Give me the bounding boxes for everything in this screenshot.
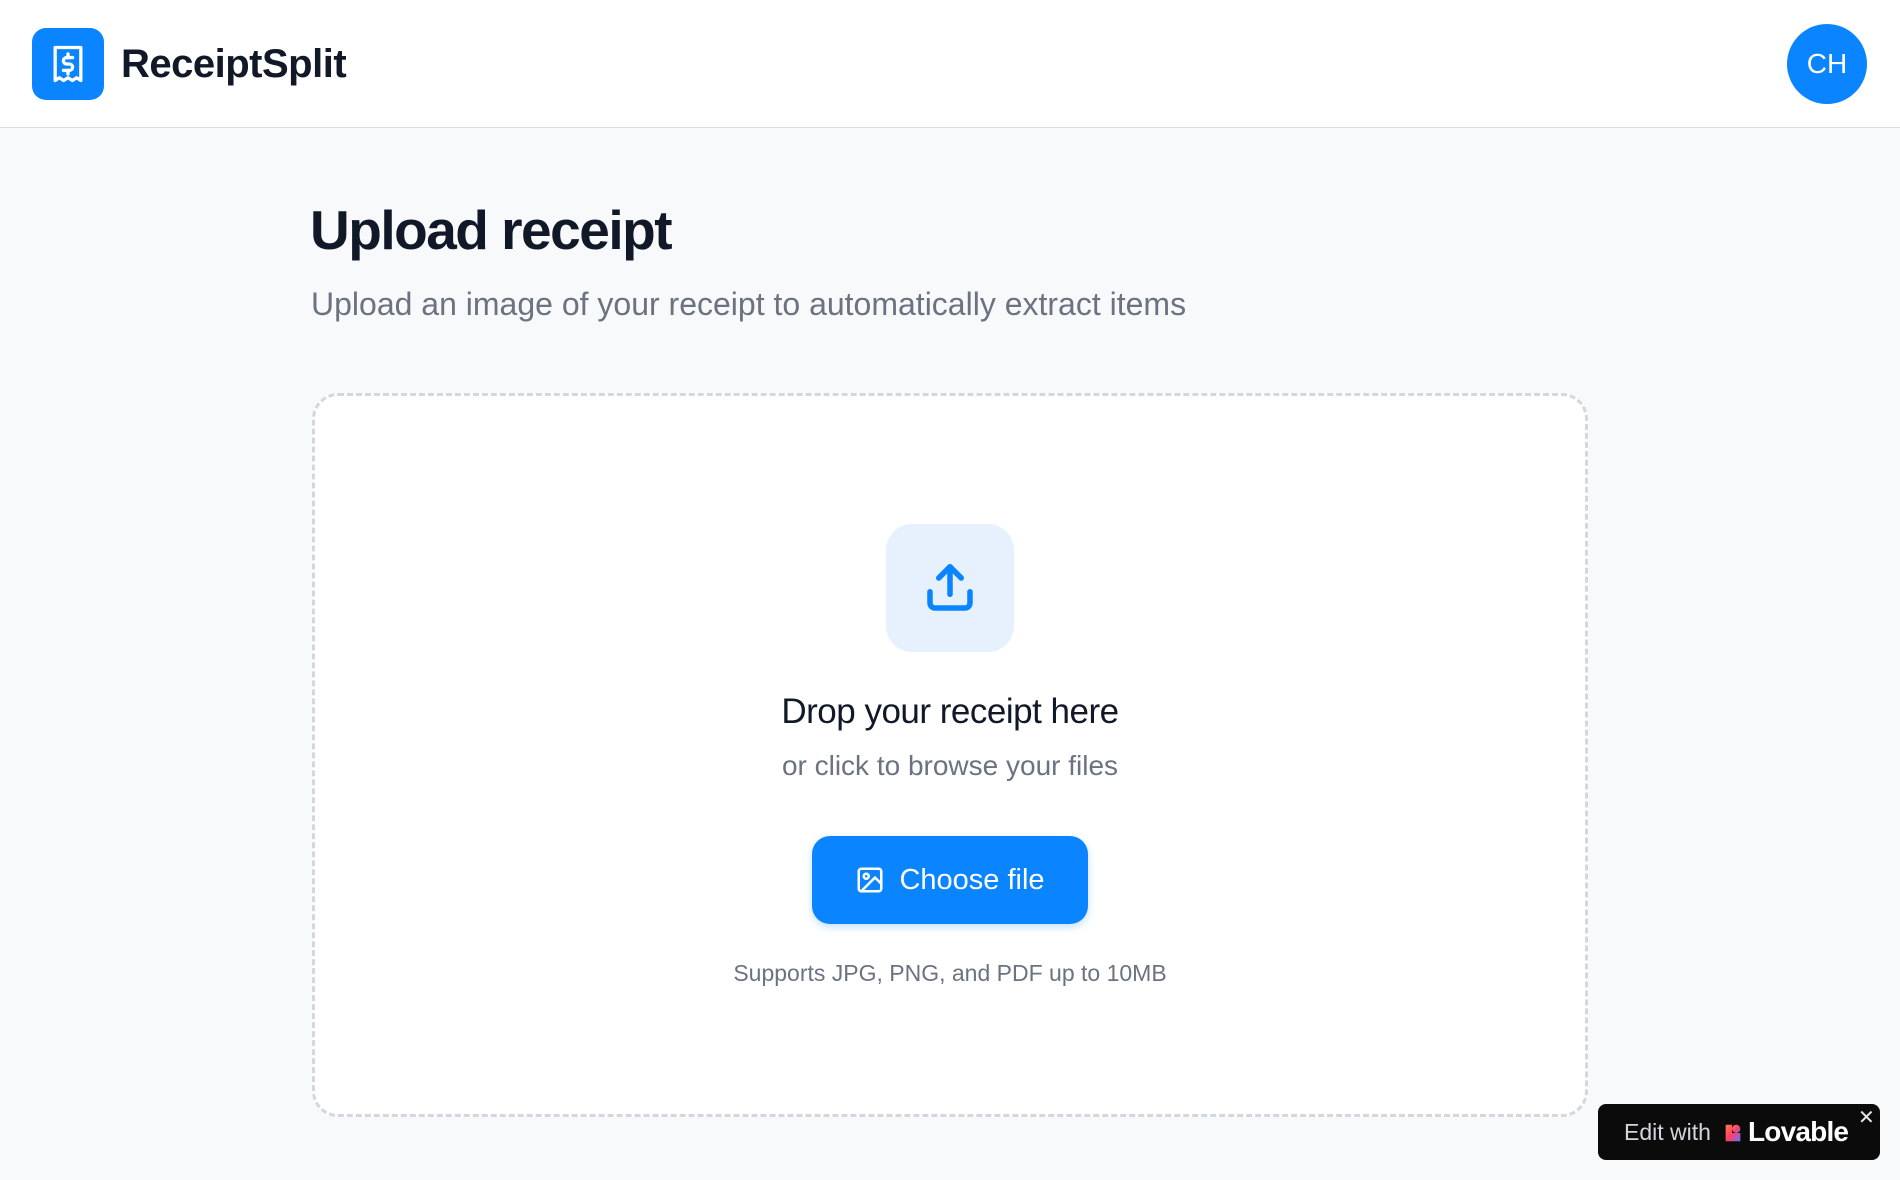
choose-file-button[interactable]: Choose file xyxy=(812,836,1088,924)
dropzone-subtitle: or click to browse your files xyxy=(781,750,1119,781)
edit-with-lovable-badge[interactable]: Edit with Lovable ✕ xyxy=(1598,1104,1880,1160)
lovable-heart-icon xyxy=(1722,1122,1744,1149)
brand-name[interactable]: ReceiptSplit xyxy=(121,40,347,88)
receipt-dollar-icon[interactable] xyxy=(32,28,104,100)
badge-prefix: Edit with xyxy=(1624,1119,1711,1145)
avatar[interactable]: CH xyxy=(1787,24,1867,104)
badge-brand: Lovable xyxy=(1748,1116,1849,1147)
choose-file-label: Choose file xyxy=(899,863,1045,896)
dropzone-title: Drop your receipt here xyxy=(781,692,1119,731)
image-icon xyxy=(855,865,885,895)
supported-formats-note: Supports JPG, PNG, and PDF up to 10MB xyxy=(733,960,1167,986)
upload-icon xyxy=(886,524,1014,652)
page-subtitle: Upload an image of your receipt to autom… xyxy=(311,286,1187,322)
page-title: Upload receipt xyxy=(310,199,673,261)
close-icon[interactable]: ✕ xyxy=(1858,1108,1875,1128)
top-header: ReceiptSplit CH xyxy=(0,0,1900,128)
